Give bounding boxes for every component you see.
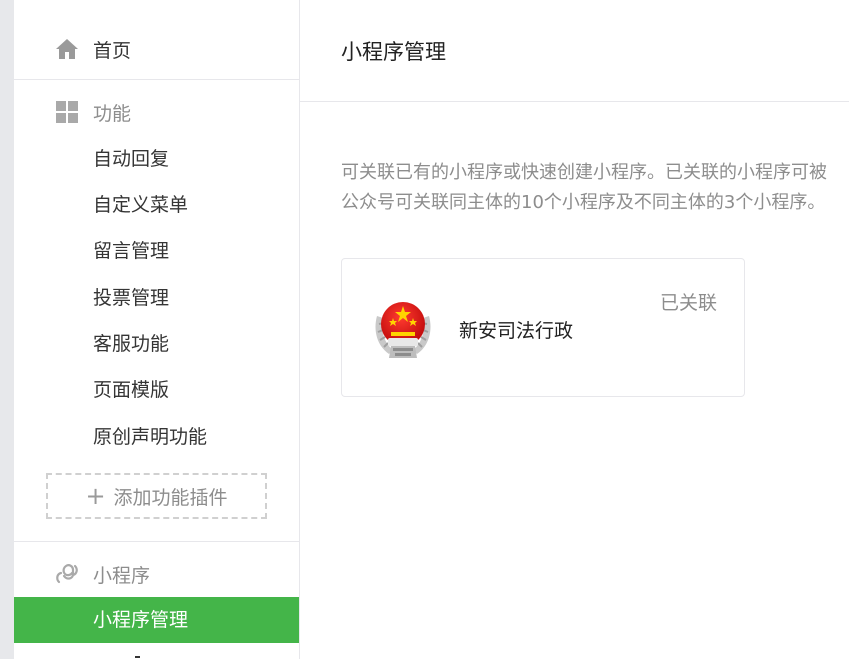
sidebar-item-label: 小程序管理 [93,609,189,631]
grid-icon [54,99,80,125]
sidebar-item-label: 自动回复 [93,148,170,170]
mini-program-name: 新安司法行政 [459,320,574,342]
page-title: 小程序管理 [341,40,446,64]
sidebar-item-label: 原创声明功能 [93,426,208,448]
mini-program-card[interactable]: 新安司法行政 已关联 [341,258,745,397]
sidebar-divider [14,541,299,542]
home-icon [54,36,80,62]
description-line: 公众号可关联同主体的10个小程序及不同主体的3个小程序。 [341,192,826,213]
add-plugin-label: 添加功能插件 [113,486,228,509]
description: 可关联已有的小程序或快速创建小程序。已关联的小程序可被 公众号可关联同主体的10… [341,158,849,218]
main-content: 小程序管理 可关联已有的小程序或快速创建小程序。已关联的小程序可被 公众号可关联… [300,0,849,659]
sidebar-item-label: 留言管理 [93,240,170,262]
sidebar-item-page-templates[interactable]: 页面模版 [14,368,299,412]
judicial-emblem-logo [371,294,435,362]
sidebar: 首页 功能 自动回复 自定义菜单 留言管理 投票管理 客服功能 页面模版 原创声… [14,0,300,659]
sidebar-item-label: 自定义菜单 [93,194,189,216]
sidebar-item-home[interactable]: 首页 [14,27,299,71]
sidebar-section-features: 功能 [14,90,299,134]
sidebar-item-label: 客服功能 [93,333,170,355]
sidebar-item-auto-reply[interactable]: 自动回复 [14,137,299,181]
add-plugin-button[interactable]: + 添加功能插件 [46,473,267,519]
sidebar-item-voting[interactable]: 投票管理 [14,276,299,320]
sidebar-section-features-label: 功能 [93,102,132,125]
sidebar-item-label: 投票管理 [93,287,170,309]
sidebar-next-item-partial [132,652,144,659]
sidebar-item-customer-service[interactable]: 客服功能 [14,322,299,366]
sidebar-item-comments[interactable]: 留言管理 [14,229,299,273]
plus-icon: + [85,482,106,510]
sidebar-section-mini-programs: 小程序 [14,552,299,596]
window-left-edge [0,0,14,659]
status-badge: 已关联 [659,292,717,314]
description-line: 可关联已有的小程序或快速创建小程序。已关联的小程序可被 [341,162,827,183]
sidebar-section-mini-programs-label: 小程序 [93,564,151,587]
sidebar-divider [14,79,299,80]
link-icon [54,561,80,587]
sidebar-item-mini-program-management[interactable]: 小程序管理 [14,597,299,643]
sidebar-item-original-declaration[interactable]: 原创声明功能 [14,415,299,459]
sidebar-item-custom-menu[interactable]: 自定义菜单 [14,183,299,227]
sidebar-item-label: 页面模版 [93,379,170,401]
title-divider [300,101,849,102]
sidebar-item-home-label: 首页 [93,39,132,62]
